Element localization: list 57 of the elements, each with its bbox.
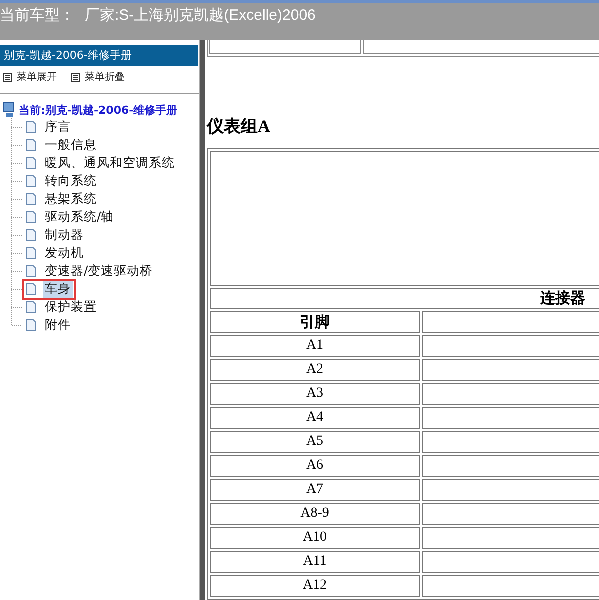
table-cell: A6 xyxy=(210,455,420,477)
tree-item[interactable]: 悬架系统 xyxy=(22,188,102,210)
tree-item[interactable]: 发动机 xyxy=(22,242,89,264)
tree-connector xyxy=(10,226,22,244)
page-icon xyxy=(25,300,37,314)
tree-connector xyxy=(10,172,22,190)
tree-item[interactable]: 变速器/变速驱动桥 xyxy=(22,260,158,282)
tree-connector xyxy=(10,118,22,136)
tree-root[interactable]: 当前:别克-凯越-2006-维修手册 xyxy=(19,102,178,118)
tree-item[interactable]: 驱动系统/轴 xyxy=(22,206,120,228)
page-icon xyxy=(25,174,37,188)
menu-link[interactable]: 菜单折叠 xyxy=(85,70,125,84)
tree-connector xyxy=(10,154,22,172)
tree-connector xyxy=(10,262,22,280)
tree-connector xyxy=(10,190,22,208)
table-cell: A3 xyxy=(210,383,420,405)
tree-item[interactable]: 制动器 xyxy=(22,224,89,246)
table-cell: A4 xyxy=(210,407,420,429)
table-cell: A5 xyxy=(210,431,420,453)
tree-connector xyxy=(10,244,22,262)
tree-connector xyxy=(10,208,22,226)
tree-item[interactable]: 暖风、通风和空调系统 xyxy=(22,152,180,174)
page-icon xyxy=(25,246,37,260)
header-label: 当前车型： xyxy=(0,6,75,25)
table-cell: A2 xyxy=(210,359,420,381)
table-cell: A1 xyxy=(210,335,420,357)
table-title: 连接器 xyxy=(210,288,599,309)
table-cell: A11 xyxy=(210,551,420,573)
tree-item[interactable]: 序言 xyxy=(22,116,76,138)
list-icon xyxy=(3,72,12,82)
table-cell: A10 xyxy=(210,527,420,549)
page-icon xyxy=(25,318,37,332)
page-icon xyxy=(25,228,37,242)
page-icon xyxy=(25,264,37,278)
page-icon xyxy=(25,120,37,134)
page-icon xyxy=(25,210,37,224)
sidebar-title: 别克-凯越-2006-维修手册 xyxy=(0,45,198,66)
tree-item[interactable]: 附件 xyxy=(22,314,76,336)
column-header: 引脚 xyxy=(210,311,420,333)
tree-item[interactable]: 保护装置 xyxy=(22,296,102,318)
table-cell: A8-9 xyxy=(210,503,420,525)
page-icon xyxy=(25,192,37,206)
section-heading: 仪表组A xyxy=(207,116,272,138)
list-icon xyxy=(71,72,80,82)
page-icon xyxy=(25,282,37,296)
computer-icon xyxy=(3,102,16,118)
page-icon xyxy=(25,156,37,170)
tree-connector xyxy=(10,136,22,154)
tree-item[interactable]: 一般信息 xyxy=(22,134,102,156)
tree-item[interactable]: 车身 xyxy=(22,278,76,300)
table-cell: A7 xyxy=(210,479,420,501)
car-model: 厂家:S-上海别克凯越(Excelle)2006 xyxy=(85,6,316,25)
menu-link[interactable]: 菜单展开 xyxy=(17,70,57,84)
page-icon xyxy=(25,138,37,152)
tree-connector xyxy=(10,280,22,298)
table-cell: A12 xyxy=(210,575,420,597)
tree-item[interactable]: 转向系统 xyxy=(22,170,102,192)
